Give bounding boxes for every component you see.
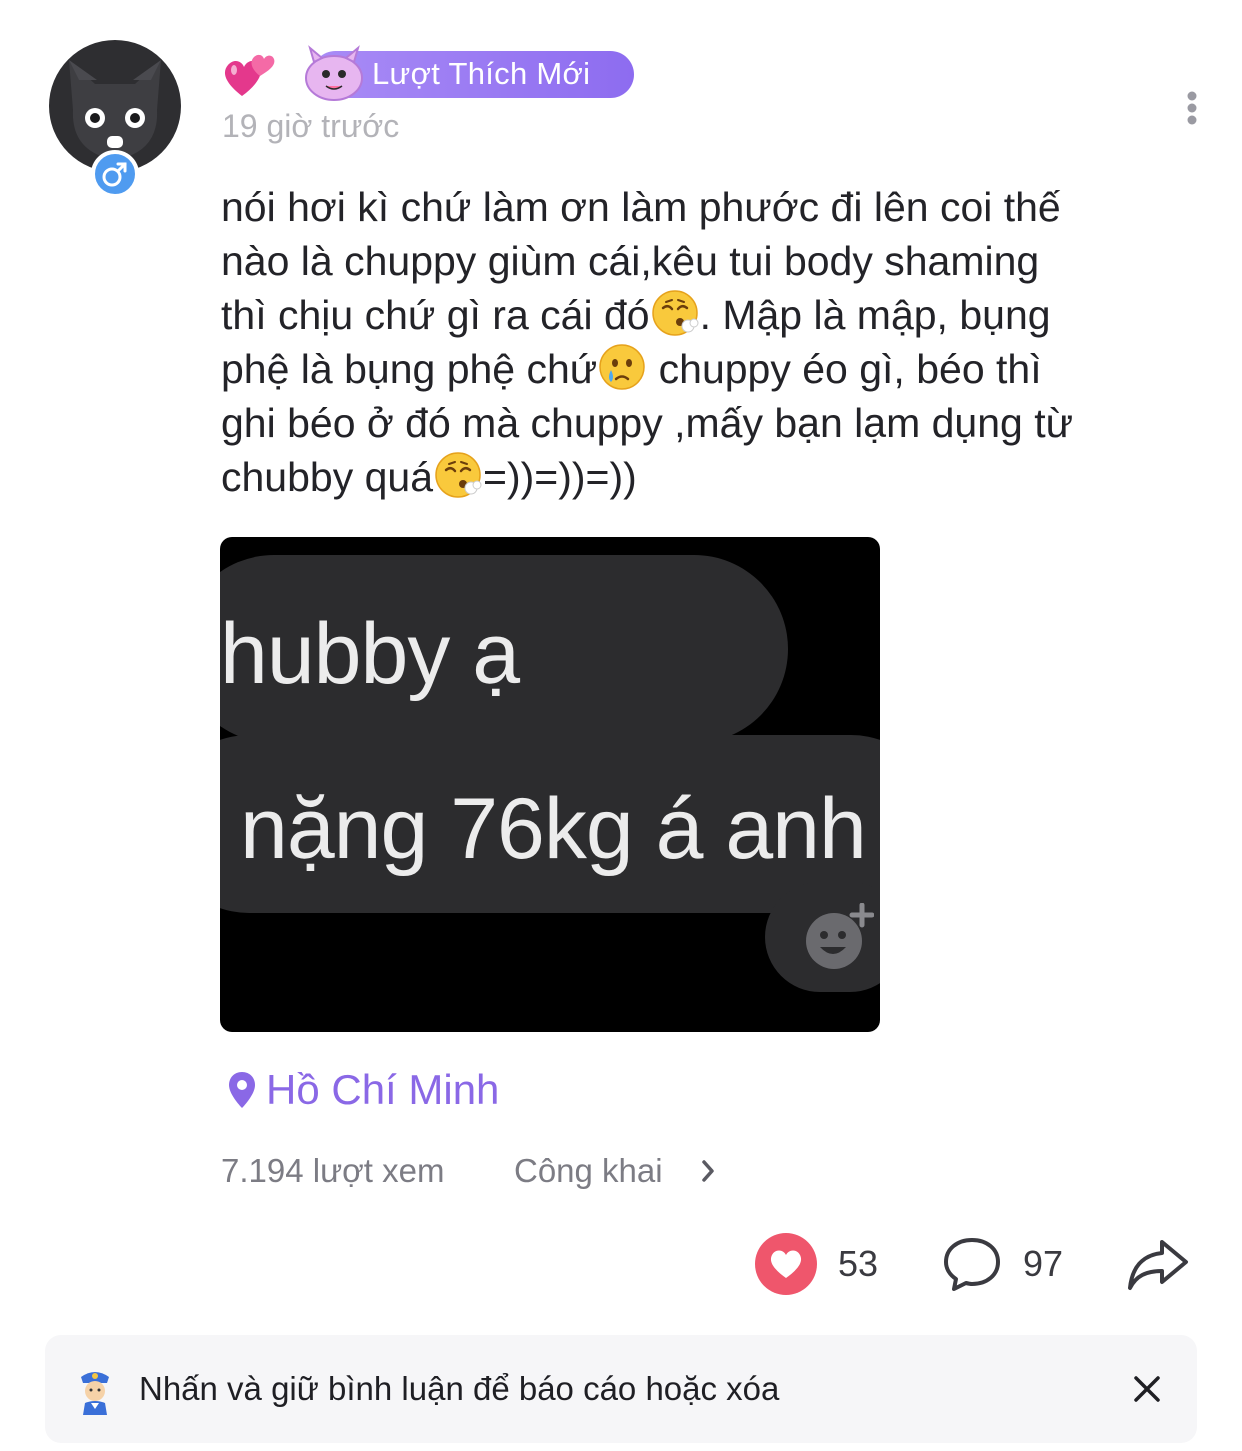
comment-bubble-icon[interactable]	[942, 1235, 1002, 1293]
police-officer-icon	[81, 1372, 109, 1415]
male-symbol-icon	[102, 162, 127, 187]
post-text-line: phệ là bụng phệ chứ chuppy éo gì, béo th…	[221, 342, 1211, 396]
privacy-setting[interactable]: Công khai	[514, 1152, 663, 1190]
heart-icon	[770, 1250, 802, 1278]
add-emoji-icon	[806, 903, 874, 969]
monster-mascot-icon	[305, 45, 363, 101]
chat-bubble-text: hubby ạ	[220, 606, 520, 702]
two-hearts-icon	[224, 54, 275, 96]
tip-text: Nhấn và giữ bình luận để báo cáo hoặc xó…	[139, 1370, 780, 1407]
tip-banner: Nhấn và giữ bình luận để báo cáo hoặc xó…	[45, 1335, 1197, 1443]
more-vertical-icon[interactable]	[1180, 90, 1204, 126]
chat-bubble: nặng 76kg á anh	[220, 735, 880, 913]
post-time: 19 giờ trước	[222, 108, 400, 144]
weary-face-emoji-icon	[435, 452, 482, 498]
like-count: 53	[838, 1243, 879, 1284]
text-segment: thì chịu chứ gì ra cái đó	[221, 292, 650, 338]
weary-face-emoji-icon	[651, 290, 699, 336]
post-text-line: chubby quá =))=))=))	[221, 450, 1211, 504]
like-button[interactable]	[755, 1233, 817, 1295]
badge-label: Lượt Thích Mới	[372, 56, 591, 91]
text-segment: chubby quá	[221, 454, 434, 500]
close-icon[interactable]	[1132, 1374, 1162, 1404]
location-label[interactable]: Hồ Chí Minh	[266, 1066, 499, 1114]
post-image[interactable]: hubby ạ nặng 76kg á anh	[220, 537, 880, 1032]
text-segment: chuppy éo gì, béo thì	[647, 346, 1042, 392]
view-count: 7.194 lượt xem	[221, 1152, 445, 1189]
chat-bubble-text: nặng 76kg á anh	[240, 781, 867, 877]
post-text-line: thì chịu chứ gì ra cái đó . Mập là mập, b…	[221, 288, 1211, 342]
male-badge	[91, 150, 139, 198]
sad-tear-face-emoji-icon	[599, 344, 645, 390]
post-text: nói hơi kì chứ làm ơn làm phước đi lên c…	[221, 180, 1211, 504]
text-segment: =))=))=))	[483, 454, 637, 500]
chat-bubble: hubby ạ	[220, 555, 788, 743]
post-text-line: nào là chuppy giùm cái,kêu tui body sham…	[221, 238, 1040, 284]
text-segment: phệ là bụng phệ chứ	[221, 346, 598, 392]
post-text-line: ghi béo ở đó mà chuppy ,mấy bạn lạm dụng…	[221, 400, 1074, 446]
add-reaction-button	[765, 882, 880, 992]
share-arrow-icon[interactable]	[1126, 1238, 1190, 1292]
chevron-right-icon[interactable]	[700, 1158, 716, 1184]
comment-count: 97	[1023, 1243, 1064, 1284]
location-pin-icon	[229, 1072, 255, 1108]
post-text-line: nói hơi kì chứ làm ơn làm phước đi lên c…	[221, 184, 1061, 230]
text-segment: . Mập là mập, bụng	[699, 292, 1051, 338]
